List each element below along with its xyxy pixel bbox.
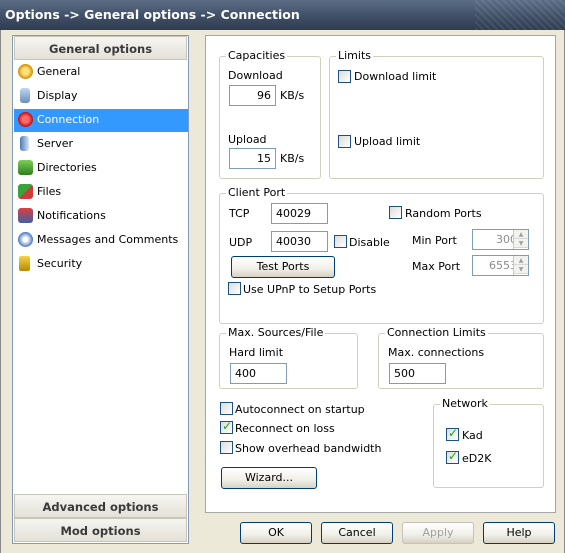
ed2k-checkbox[interactable] — [446, 449, 459, 464]
overhead-bandwidth-checkbox[interactable] — [220, 441, 233, 454]
ok-button[interactable]: OK — [240, 522, 312, 544]
kad-label: Kad — [462, 429, 483, 442]
upload-limit-checkbox[interactable] — [338, 135, 351, 148]
upload-limit-label: Upload limit — [354, 135, 421, 148]
capacities-title: Capacities — [226, 49, 288, 62]
min-port-spinner[interactable]: ▲ ▼ — [513, 230, 528, 249]
max-sources-group: Max. Sources/File Hard limit 400 — [219, 326, 358, 389]
wizard-button[interactable]: Wizard... — [221, 467, 317, 489]
folder-icon — [18, 160, 33, 175]
window-title: Options -> General options -> Connection — [5, 7, 300, 22]
client-port-title: Client Port — [226, 186, 288, 199]
sidebar-item-label: Notifications — [37, 209, 106, 222]
upnp-checkbox[interactable] — [228, 282, 241, 295]
sidebar-item-label: Messages and Comments — [37, 233, 179, 246]
sidebar-item-label: Files — [37, 185, 62, 198]
capacities-group: Capacities Download 96 KB/s Upload 15 KB… — [219, 49, 321, 179]
download-limit-checkbox[interactable] — [338, 70, 351, 83]
sidebar-item-label: Server — [37, 137, 74, 150]
test-ports-button[interactable]: Test Ports — [231, 256, 335, 278]
download-limit-label: Download limit — [354, 70, 437, 83]
udp-label: UDP — [229, 236, 253, 249]
download-unit: KB/s — [280, 89, 305, 102]
category-mod-options[interactable]: Mod options — [14, 518, 187, 542]
upnp-label: Use UPnP to Setup Ports — [243, 283, 377, 296]
options-navigation: General options General Display Connecti… — [12, 35, 189, 544]
title-bar[interactable]: Options -> General options -> Connection — [0, 0, 565, 30]
display-icon — [20, 88, 30, 103]
server-icon — [20, 136, 29, 151]
sidebar-item-files[interactable]: Files — [14, 181, 188, 204]
tcp-port-input[interactable]: 40029 — [271, 203, 328, 224]
client-port-group: Client Port TCP 40029 UDP 40030 Disable … — [219, 186, 544, 324]
gear-icon — [18, 64, 33, 79]
min-port-label: Min Port — [412, 234, 457, 247]
disable-udp-checkbox[interactable] — [334, 235, 347, 248]
download-capacity-input[interactable]: 96 — [229, 85, 276, 106]
upload-capacity-input[interactable]: 15 — [229, 148, 276, 169]
max-port-spinner[interactable]: ▲ ▼ — [513, 256, 528, 275]
random-ports-checkbox[interactable] — [389, 206, 402, 219]
connection-settings-panel: Capacities Download 96 KB/s Upload 15 KB… — [205, 35, 556, 513]
sidebar-item-security[interactable]: Security — [14, 253, 188, 276]
max-sources-title: Max. Sources/File — [226, 326, 326, 339]
title-bar-pattern — [475, 0, 565, 30]
sidebar-item-notifications[interactable]: Notifications — [14, 205, 188, 228]
sidebar-item-server[interactable]: Server — [14, 133, 188, 156]
reconnect-label: Reconnect on loss — [235, 422, 335, 435]
max-port-label: Max Port — [412, 260, 461, 273]
hard-limit-label: Hard limit — [229, 346, 284, 359]
help-button[interactable]: Help — [483, 522, 555, 544]
connection-limits-group: Connection Limits Max. connections 500 — [378, 326, 544, 389]
connection-limits-title: Connection Limits — [385, 326, 488, 339]
network-group: Network Kad eD2K — [433, 397, 544, 488]
category-advanced-options[interactable]: Advanced options — [14, 494, 187, 518]
sidebar-item-label: Connection — [37, 113, 100, 126]
kad-checkbox[interactable] — [446, 426, 459, 441]
overhead-bandwidth-label: Show overhead bandwidth — [235, 442, 382, 455]
network-title: Network — [440, 397, 490, 410]
reconnect-checkbox[interactable] — [220, 419, 233, 434]
sidebar-item-general[interactable]: General — [14, 61, 188, 84]
random-ports-label: Random Ports — [405, 207, 482, 220]
category-general-options[interactable]: General options — [14, 36, 187, 60]
limits-group: Limits Download limit Upload limit — [329, 49, 544, 179]
sidebar-item-directories[interactable]: Directories — [14, 157, 188, 180]
sidebar-item-label: Security — [37, 257, 83, 270]
lock-icon — [19, 256, 30, 271]
max-connections-input[interactable]: 500 — [389, 363, 446, 384]
limits-title: Limits — [336, 49, 373, 62]
hard-limit-input[interactable]: 400 — [230, 363, 287, 384]
connection-icon — [18, 112, 33, 127]
autoconnect-checkbox[interactable] — [220, 402, 233, 415]
sidebar-item-connection[interactable]: Connection — [14, 109, 188, 132]
sidebar-item-label: Directories — [37, 161, 97, 174]
files-icon — [18, 184, 33, 199]
autoconnect-label: Autoconnect on startup — [235, 403, 365, 416]
ed2k-label: eD2K — [462, 452, 492, 465]
notifications-icon — [18, 208, 33, 223]
max-connections-label: Max. connections — [388, 346, 485, 359]
sidebar-item-label: Display — [37, 89, 78, 102]
sidebar-item-messages[interactable]: Messages and Comments — [14, 229, 188, 252]
upload-unit: KB/s — [280, 152, 305, 165]
sidebar-item-label: General — [37, 65, 81, 78]
sidebar-item-display[interactable]: Display — [14, 85, 188, 108]
upload-label: Upload — [228, 133, 267, 146]
apply-button[interactable]: Apply — [402, 522, 474, 544]
disable-udp-label: Disable — [349, 236, 390, 249]
tcp-label: TCP — [229, 207, 250, 220]
messages-icon — [18, 232, 33, 247]
udp-port-input[interactable]: 40030 — [271, 231, 328, 252]
download-label: Download — [228, 69, 283, 82]
cancel-button[interactable]: Cancel — [321, 522, 393, 544]
